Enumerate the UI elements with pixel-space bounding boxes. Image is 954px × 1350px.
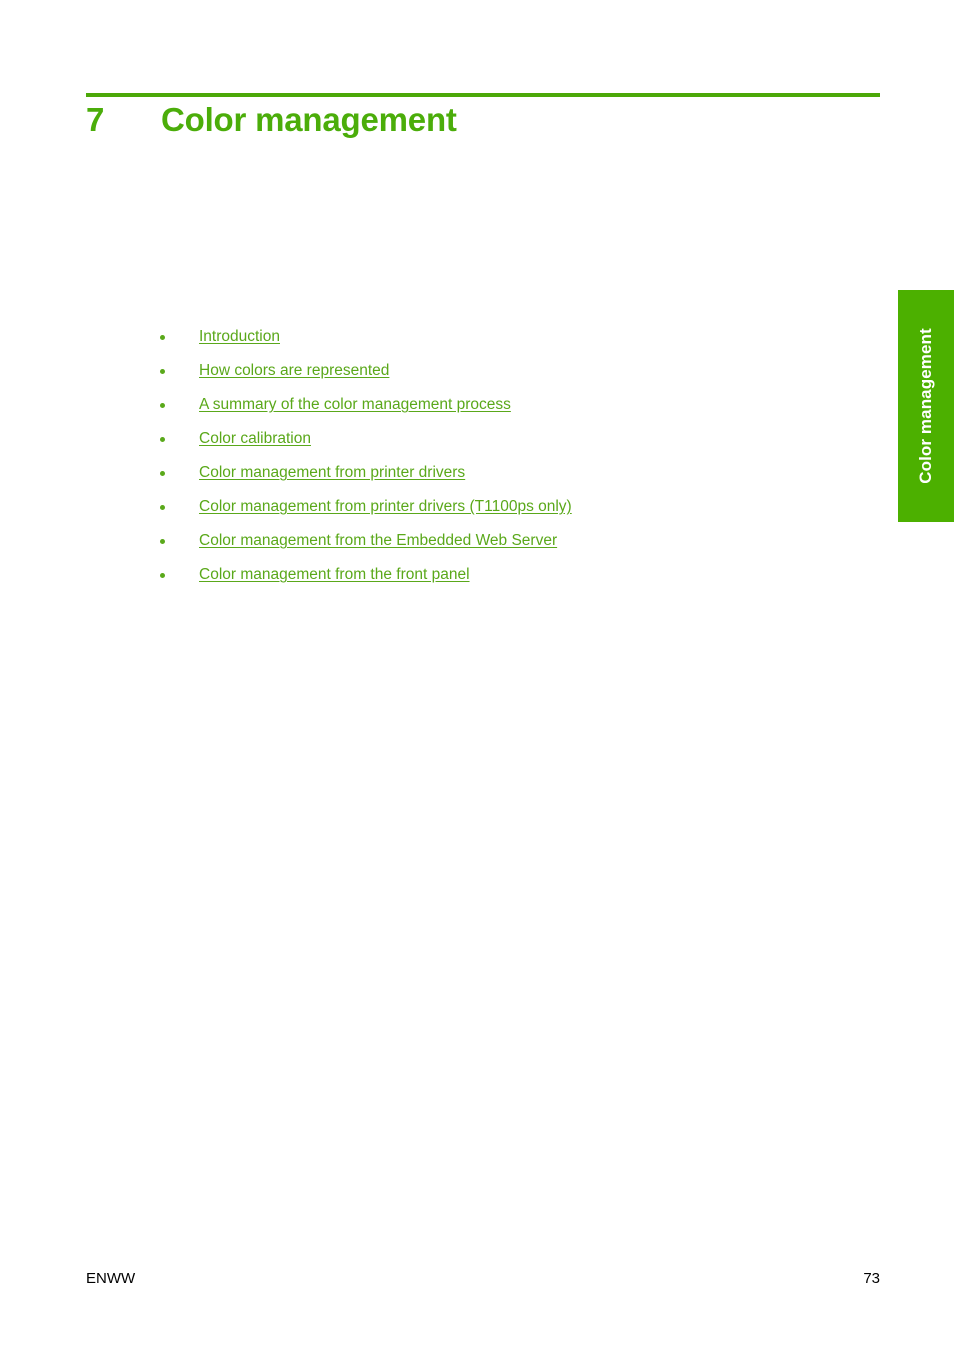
list-item[interactable]: How colors are represented bbox=[159, 354, 799, 388]
bullet-icon bbox=[160, 539, 165, 544]
toc-link-color-management-printer-drivers[interactable]: Color management from printer drivers bbox=[199, 463, 465, 483]
page-title: Color management bbox=[161, 101, 457, 138]
list-item[interactable]: Color management from the front panel bbox=[159, 558, 799, 592]
chapter-number: 7 bbox=[86, 101, 105, 138]
bullet-icon bbox=[160, 505, 165, 510]
toc-link-how-colors-are-represented[interactable]: How colors are represented bbox=[199, 361, 389, 381]
list-item[interactable]: Color management from the Embedded Web S… bbox=[159, 524, 799, 558]
toc-link-color-management-front-panel[interactable]: Color management from the front panel bbox=[199, 565, 470, 585]
list-item[interactable]: Introduction bbox=[159, 320, 799, 354]
toc-link-color-management-printer-drivers-t1100ps[interactable]: Color management from printer drivers (T… bbox=[199, 497, 572, 517]
bullet-icon bbox=[160, 403, 165, 408]
bullet-icon bbox=[160, 437, 165, 442]
bullet-icon bbox=[160, 471, 165, 476]
list-item[interactable]: Color calibration bbox=[159, 422, 799, 456]
toc-link-introduction[interactable]: Introduction bbox=[199, 327, 280, 347]
chapter-divider-rule bbox=[86, 93, 880, 97]
bullet-icon bbox=[160, 573, 165, 578]
list-item[interactable]: Color management from printer drivers bbox=[159, 456, 799, 490]
toc-link-color-management-embedded-web-server[interactable]: Color management from the Embedded Web S… bbox=[199, 531, 557, 551]
chapter-contents-list: Introduction How colors are represented … bbox=[159, 320, 799, 592]
toc-link-summary-of-color-management-process[interactable]: A summary of the color management proces… bbox=[199, 395, 511, 415]
chapter-side-tab-label: Color management bbox=[916, 328, 935, 484]
toc-link-color-calibration[interactable]: Color calibration bbox=[199, 429, 311, 449]
footer-page-number: 73 bbox=[863, 1270, 880, 1287]
chapter-heading: 7 Color management bbox=[86, 100, 886, 140]
document-page: 7 Color management Introduction How colo… bbox=[0, 0, 954, 1350]
list-item[interactable]: A summary of the color management proces… bbox=[159, 388, 799, 422]
bullet-icon bbox=[160, 369, 165, 374]
bullet-icon bbox=[160, 335, 165, 340]
chapter-side-tab: Color management bbox=[898, 290, 954, 522]
footer-locale-code: ENWW bbox=[86, 1270, 136, 1287]
list-item[interactable]: Color management from printer drivers (T… bbox=[159, 490, 799, 524]
page-footer: ENWW 73 bbox=[86, 1269, 880, 1289]
